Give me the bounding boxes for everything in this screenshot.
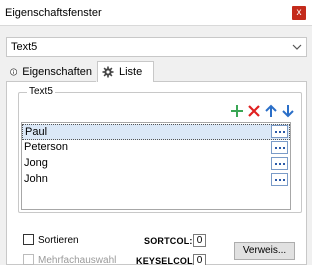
ellipsis-button[interactable] [271,157,288,170]
ellipsis-icon [274,130,277,133]
list-item[interactable]: Paul [22,124,290,140]
group-label: Text5 [27,86,55,97]
title-bar: Eigenschaftsfenster x [0,0,312,26]
delete-icon[interactable] [247,104,261,118]
ellipsis-icon [274,146,277,149]
list-item[interactable]: Jong [22,156,290,172]
arrow-down-icon[interactable] [281,104,295,118]
tab-liste-label: Liste [119,66,143,78]
ellipsis-button[interactable] [271,141,288,154]
tab-eigenschaften[interactable]: Eigenschaften [6,62,96,82]
list-item[interactable]: John [22,172,290,188]
arrow-up-icon[interactable] [264,104,278,118]
ellipsis-icon [274,178,277,181]
tab-bar: Eigenschaften Liste [6,61,307,82]
ellipsis-button[interactable] [271,173,288,186]
sortcol-label: SORTCOL: [144,236,193,246]
info-icon [10,68,18,75]
properties-panel: Text5 Eigenschaften Liste Text5 Paul Pet… [0,26,312,265]
ellipsis-button[interactable] [271,125,288,138]
sortcol-input[interactable]: 0 [193,234,206,247]
tab-eigenschaften-label: Eigenschaften [22,65,92,78]
object-selector[interactable]: Text5 [6,37,307,57]
verweis-button[interactable]: Verweis... [234,242,295,260]
list-item[interactable]: Peterson [22,140,290,156]
object-selector-value: Text5 [11,41,38,53]
tab-liste[interactable]: Liste [97,61,154,82]
gear-icon [102,66,114,78]
liste-tab-content: Text5 Paul Peterson Jong John Sortieren … [6,82,307,265]
ellipsis-icon [274,162,277,165]
close-button[interactable]: x [292,6,306,20]
keyselcol-label: KEYSELCOL: [136,256,197,265]
item-list[interactable]: Paul Peterson Jong John [21,122,291,210]
list-group-box: Text5 Paul Peterson Jong John [18,86,302,213]
keyselcol-input[interactable]: 0 [193,254,206,265]
chevron-down-icon [292,44,302,50]
mehrfachauswahl-label: Mehrfachauswahl [38,255,117,265]
sortieren-label: Sortieren [38,235,79,246]
window-title: Eigenschaftsfenster [5,7,102,19]
add-icon[interactable] [230,104,244,118]
sortieren-checkbox[interactable] [23,234,34,245]
mehrfachauswahl-checkbox[interactable] [23,254,34,265]
